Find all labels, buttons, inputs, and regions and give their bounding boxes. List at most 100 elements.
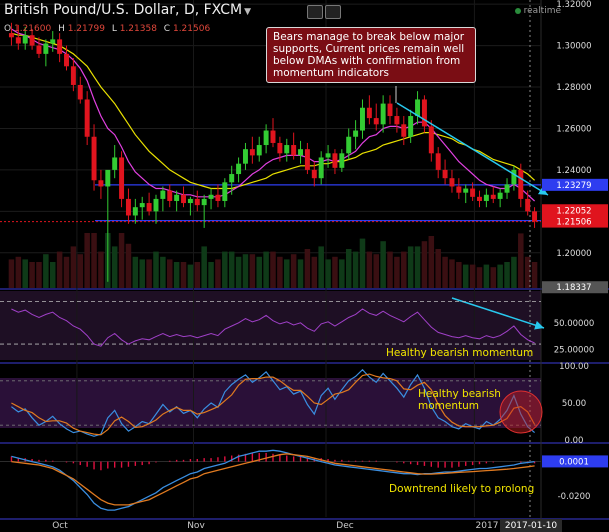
candle xyxy=(518,163,524,208)
candle-body xyxy=(456,186,462,193)
candle-body xyxy=(332,153,338,168)
realtime-indicator: realtime xyxy=(514,6,561,16)
candle-body xyxy=(181,194,186,204)
volume-bar xyxy=(304,249,311,288)
candle xyxy=(249,136,255,164)
candle-body xyxy=(366,107,372,119)
candle-body xyxy=(15,37,21,44)
candle-body xyxy=(98,180,104,187)
candle xyxy=(125,188,131,224)
volume-bar xyxy=(63,256,70,288)
candle xyxy=(463,184,469,204)
candle xyxy=(304,142,310,175)
volume-bar xyxy=(256,256,262,288)
volume-bar xyxy=(215,259,221,288)
price-tick-label: 1.30000 xyxy=(556,42,591,52)
volume-bar xyxy=(263,251,269,288)
volume-bar xyxy=(421,241,428,288)
candle xyxy=(490,186,496,204)
candle-body xyxy=(222,182,228,201)
candle xyxy=(401,116,407,146)
volume-bar xyxy=(277,256,283,288)
ohlc-readout: O 1.21600 H 1.21799 L 1.21358 C 1.21506 xyxy=(4,24,210,34)
settings-icon[interactable] xyxy=(307,5,323,19)
volume-bar xyxy=(345,249,352,288)
volume-bar xyxy=(359,238,366,288)
volume-bar xyxy=(29,262,35,288)
volume-bar xyxy=(270,251,276,288)
volume-bar xyxy=(373,254,379,288)
candle xyxy=(373,103,379,131)
rsi-tick-label: 25.00000 xyxy=(554,345,595,355)
candle-body xyxy=(435,153,441,170)
candle xyxy=(442,159,448,185)
chart-title[interactable]: British Pound/U.S. Dollar, D, FXCM xyxy=(4,2,242,18)
volume-bar xyxy=(125,243,132,288)
volume-bar xyxy=(332,256,338,288)
chart-stage: 1.200001.220001.240001.260001.280001.300… xyxy=(0,0,609,532)
price-badge-label: 1.23279 xyxy=(556,181,591,191)
candle-body xyxy=(483,194,489,201)
volume-bar xyxy=(167,259,173,288)
candle-body xyxy=(50,39,56,44)
volume-bar xyxy=(43,254,49,288)
ohlc-open: 1.21600 xyxy=(13,24,52,34)
ohlc-open-label: O xyxy=(4,24,12,34)
candle xyxy=(236,157,242,183)
candle-body xyxy=(298,149,304,156)
macd-badge-label: 0.0001 xyxy=(559,457,589,467)
volume-bar xyxy=(249,254,256,288)
candle xyxy=(366,95,372,125)
price-tick-label: 1.28000 xyxy=(556,83,591,93)
candle xyxy=(160,186,166,212)
candle xyxy=(339,149,345,172)
candle-body xyxy=(29,35,35,46)
candle-body xyxy=(187,198,193,204)
candle-body xyxy=(318,157,324,179)
candle-body xyxy=(167,190,173,201)
volume-bar xyxy=(111,246,118,288)
candle xyxy=(449,169,455,193)
candle xyxy=(415,91,421,125)
status-dot-icon xyxy=(514,7,521,14)
candle-body xyxy=(70,66,76,85)
volume-bar xyxy=(407,246,414,288)
volume-bar xyxy=(394,256,400,288)
candle-body xyxy=(394,116,400,125)
candle-body xyxy=(449,178,455,187)
volume-bar xyxy=(56,251,63,288)
volume-bar xyxy=(160,256,166,288)
candle-body xyxy=(194,198,200,206)
volume-bar xyxy=(511,256,517,288)
volume-bar xyxy=(469,264,476,288)
volume-bar xyxy=(490,267,497,288)
candle-body xyxy=(229,174,235,183)
price-tick-label: 1.24000 xyxy=(556,166,591,176)
candle-body xyxy=(311,169,317,179)
candle-body xyxy=(43,43,49,54)
volume-bar xyxy=(483,264,490,288)
candle xyxy=(497,188,503,208)
volume-bar xyxy=(352,251,359,288)
price-tick-label: 1.20000 xyxy=(556,249,591,259)
stoch-tick-label: 50.00 xyxy=(562,399,586,409)
candle-body xyxy=(36,45,42,54)
volume-bar xyxy=(387,251,393,288)
candle-body xyxy=(408,116,414,137)
candle xyxy=(187,196,193,216)
close-icon[interactable] xyxy=(325,5,341,19)
candle xyxy=(477,190,482,208)
candle xyxy=(504,178,510,199)
candle-body xyxy=(242,149,248,164)
candle-body xyxy=(511,169,517,185)
candle xyxy=(43,39,49,67)
candle xyxy=(208,188,214,210)
candle-body xyxy=(387,103,393,117)
candle-body xyxy=(256,145,262,156)
volume-bar xyxy=(194,262,201,288)
chevron-down-icon[interactable]: ▼ xyxy=(244,7,251,17)
candle xyxy=(57,33,63,63)
candle xyxy=(112,145,118,179)
stoch-annotation: Healthy bearish momentum xyxy=(418,388,501,412)
volume-bar xyxy=(22,259,28,288)
